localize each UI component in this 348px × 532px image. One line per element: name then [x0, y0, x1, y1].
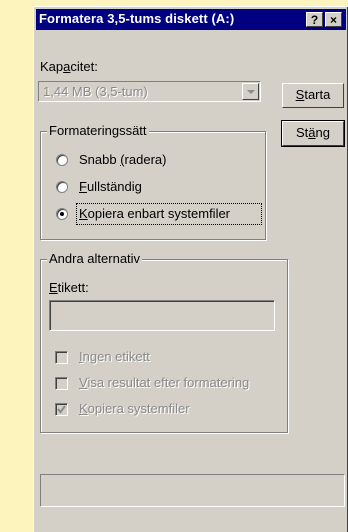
radio-quick[interactable]: [56, 154, 68, 166]
title-bar[interactable]: Formatera 3,5-tums diskett (A:) ? ×: [36, 9, 346, 30]
close-icon[interactable]: ×: [325, 12, 342, 27]
no-label-checkbox[interactable]: [55, 351, 68, 364]
copy-system-files-checkbox[interactable]: [55, 403, 68, 416]
other-options-title: Andra alternativ: [47, 251, 143, 266]
radio-copy-system-label[interactable]: Kopiera enbart systemfiler: [79, 206, 230, 221]
other-options-group: Andra alternativ Etikett: Ingen etikett …: [40, 251, 288, 433]
capacity-value: 1,44 MB (3,5-tum): [43, 84, 148, 99]
checkmark-icon: [57, 405, 66, 414]
radio-full-label[interactable]: Fullständig: [79, 179, 142, 194]
close-button[interactable]: Stäng: [281, 120, 345, 147]
format-type-group: Formateringssätt Snabb (radera) Fullstän…: [40, 123, 266, 240]
help-button[interactable]: ?: [306, 12, 323, 27]
show-result-checkbox[interactable]: [55, 377, 68, 390]
progress-bar: [40, 474, 345, 507]
chevron-down-icon[interactable]: [242, 83, 259, 100]
capacity-label: Kapacitet:: [40, 59, 98, 74]
format-type-title: Formateringssätt: [47, 123, 149, 138]
radio-full[interactable]: [56, 181, 68, 193]
format-dialog: Formatera 3,5-tums diskett (A:) ? × Kapa…: [33, 6, 348, 532]
capacity-select[interactable]: 1,44 MB (3,5-tum): [38, 81, 261, 102]
no-label-text[interactable]: Ingen etikett: [79, 349, 150, 364]
show-result-text[interactable]: Visa resultat efter formatering: [79, 375, 249, 390]
start-button[interactable]: Starta: [282, 83, 344, 108]
copy-system-files-text[interactable]: Kopiera systemfiler: [79, 401, 190, 416]
window-title: Formatera 3,5-tums diskett (A:): [39, 11, 235, 26]
label-input[interactable]: [49, 300, 275, 331]
radio-copy-system[interactable]: [56, 208, 68, 220]
radio-quick-label[interactable]: Snabb (radera): [79, 152, 166, 167]
label-field-label: Etikett:: [49, 280, 89, 295]
